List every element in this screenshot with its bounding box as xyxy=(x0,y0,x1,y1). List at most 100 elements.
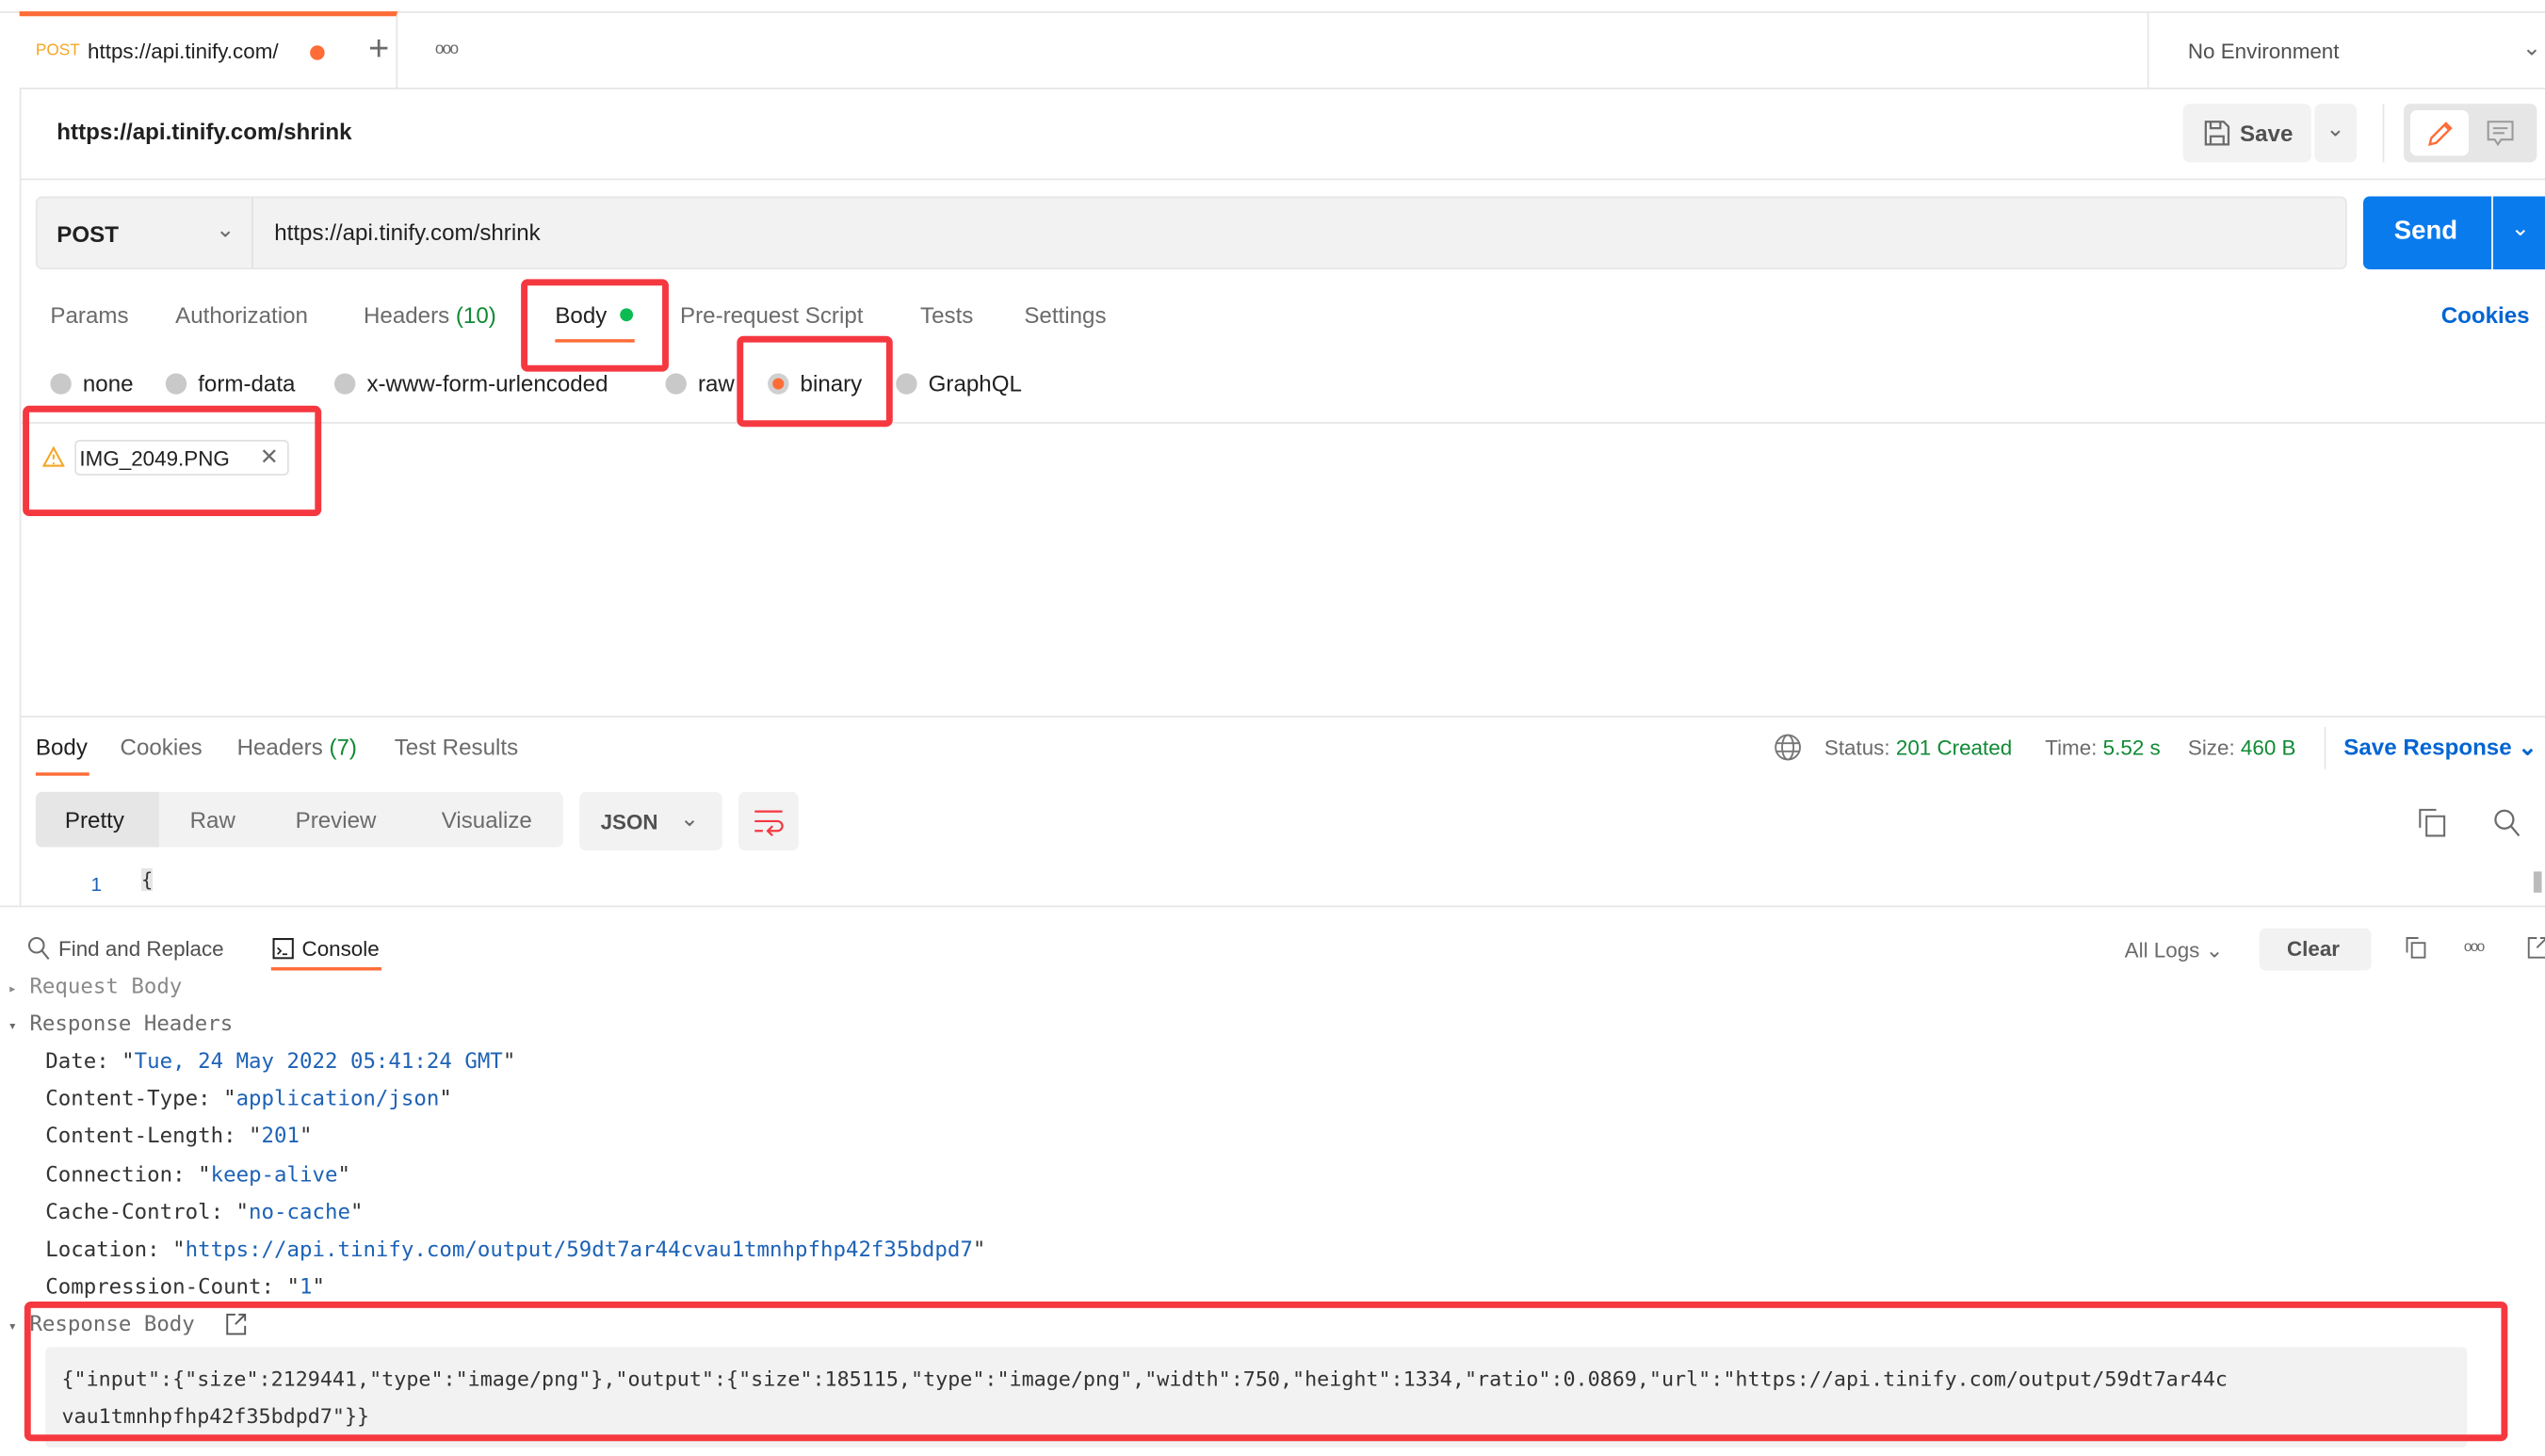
radio-urlencoded-label[interactable]: x-www-form-urlencoded xyxy=(366,370,608,396)
response-status: Status: 201 Created xyxy=(1824,736,2012,760)
copy-icon[interactable] xyxy=(2406,936,2426,959)
send-options-button[interactable]: ⌄ xyxy=(2492,196,2545,270)
search-icon[interactable] xyxy=(2493,808,2521,837)
pencil-icon xyxy=(2427,121,2453,147)
response-headers-list: Date: "Tue, 24 May 2022 05:41:24 GMT" Co… xyxy=(45,1050,985,1314)
send-button[interactable]: Send xyxy=(2362,196,2492,270)
highlight-body-tab xyxy=(521,279,669,372)
cookies-link[interactable]: Cookies xyxy=(2441,302,2530,329)
request-body-label: Request Body xyxy=(29,975,183,1000)
globe-icon[interactable] xyxy=(1774,734,1801,761)
header-key: Connection xyxy=(45,1162,173,1188)
save-button[interactable]: Save xyxy=(2182,104,2311,163)
response-tab-cookies[interactable]: Cookies xyxy=(121,734,203,760)
unsaved-dot-icon xyxy=(310,45,325,60)
header-value: no-cache xyxy=(249,1200,350,1225)
response-body-line[interactable]: { xyxy=(140,867,154,892)
save-response-label: Save Response xyxy=(2343,733,2512,760)
header-value: Tue, 24 May 2022 05:41:24 GMT xyxy=(134,1049,503,1075)
console-tab[interactable]: Console xyxy=(302,936,380,961)
chevron-down-icon: ⌄ xyxy=(2521,34,2542,60)
header-key: Cache-Control xyxy=(45,1200,211,1225)
save-response-button[interactable]: Save Response ⌄ xyxy=(2343,734,2537,761)
header-value: 201 xyxy=(261,1124,300,1150)
header-value[interactable]: https://api.tinify.com/output/59dt7ar44c… xyxy=(186,1238,973,1263)
header-key: Location xyxy=(45,1238,148,1263)
method-label: POST xyxy=(57,220,120,247)
radio-form-data[interactable] xyxy=(165,373,187,395)
response-time: Time: 5.52 s xyxy=(2045,736,2160,760)
radio-graphql[interactable] xyxy=(896,373,917,395)
header-row: Content-Type: "application/json" xyxy=(45,1087,452,1112)
radio-none[interactable] xyxy=(50,373,72,395)
highlight-binary-option xyxy=(737,335,893,428)
view-raw[interactable]: Raw xyxy=(190,806,235,833)
radio-form-data-label[interactable]: form-data xyxy=(198,370,295,396)
request-body-toggle[interactable]: ▸ Request Body xyxy=(8,976,183,1000)
copy-icon[interactable] xyxy=(2419,808,2446,837)
popout-icon[interactable] xyxy=(2527,936,2545,959)
view-pretty[interactable]: Pretty xyxy=(35,791,159,848)
save-icon xyxy=(2204,121,2230,146)
highlight-response-body xyxy=(24,1302,2508,1442)
chevron-down-icon: ⌄ xyxy=(2205,938,2224,963)
save-options-button[interactable]: ⌄ xyxy=(2314,104,2358,163)
tab-tests[interactable]: Tests xyxy=(920,302,973,329)
tab-params[interactable]: Params xyxy=(50,302,128,329)
method-select[interactable]: POST ⌄ xyxy=(38,198,253,268)
header-row: Cache-Control: "no-cache" xyxy=(45,1200,364,1225)
clear-label: Clear xyxy=(2286,936,2341,962)
new-tab-button[interactable]: + xyxy=(368,27,389,70)
highlight-file xyxy=(23,405,322,516)
line-number: 1 xyxy=(90,873,103,897)
radio-none-label[interactable]: none xyxy=(83,370,134,396)
view-preview[interactable]: Preview xyxy=(296,806,377,833)
comment-icon[interactable] xyxy=(2487,121,2514,148)
response-scrollbar[interactable] xyxy=(2533,871,2542,893)
response-size: Size: 460 B xyxy=(2188,736,2296,760)
more-tabs-button[interactable]: ooo xyxy=(435,40,459,58)
environment-label: No Environment xyxy=(2187,39,2340,64)
header-key: Date xyxy=(45,1049,97,1075)
format-select[interactable]: JSON ⌄ xyxy=(579,791,722,850)
wrap-lines-button[interactable] xyxy=(738,791,799,850)
chevron-down-icon: ⌄ xyxy=(2518,733,2537,760)
request-title[interactable]: https://api.tinify.com/shrink xyxy=(57,119,351,145)
view-mode-group: Pretty Raw Preview Visualize xyxy=(35,791,563,848)
log-filter-select[interactable]: All Logs ⌄ xyxy=(2125,938,2224,964)
response-headers-label: Headers xyxy=(236,733,323,760)
request-tab[interactable]: POST https://api.tinify.com/ xyxy=(19,11,398,89)
tab-settings[interactable]: Settings xyxy=(1024,302,1106,329)
header-row: Date: "Tue, 24 May 2022 05:41:24 GMT" xyxy=(45,1049,516,1075)
tab-headers[interactable]: Headers (10) xyxy=(364,302,496,329)
response-headers-toggle[interactable]: ▾ Response Headers xyxy=(8,1012,234,1037)
log-filter-label: All Logs xyxy=(2124,938,2200,963)
clear-button[interactable]: Clear xyxy=(2259,928,2372,971)
find-replace-button[interactable]: Find and Replace xyxy=(58,936,224,961)
edit-button[interactable] xyxy=(2409,110,2469,156)
radio-urlencoded[interactable] xyxy=(333,373,356,395)
tab-url: https://api.tinify.com/ xyxy=(88,39,279,64)
header-key: Compression-Count xyxy=(45,1275,262,1301)
radio-raw-label[interactable]: raw xyxy=(698,370,735,396)
time-label: Time: xyxy=(2045,735,2098,760)
response-tab-test-results[interactable]: Test Results xyxy=(395,734,518,760)
status-label: Status: xyxy=(1824,735,1890,760)
view-visualize[interactable]: Visualize xyxy=(442,806,532,833)
chevron-down-icon: ⌄ xyxy=(680,804,700,832)
header-key: Content-Type xyxy=(45,1087,199,1112)
tab-pre-request-script[interactable]: Pre-request Script xyxy=(680,302,863,329)
headers-count: (10) xyxy=(455,301,496,329)
radio-raw[interactable] xyxy=(665,373,687,395)
header-row: Content-Length: "201" xyxy=(45,1124,313,1150)
response-tab-body[interactable]: Body xyxy=(36,734,88,760)
tab-headers-label: Headers xyxy=(363,301,450,329)
status-value: 201 Created xyxy=(1895,735,2013,760)
environment-selector[interactable]: No Environment ⌄ xyxy=(2149,11,2545,88)
radio-graphql-label[interactable]: GraphQL xyxy=(929,370,1022,396)
chevron-down-icon: ⌄ xyxy=(216,216,235,242)
more-options-icon[interactable]: ooo xyxy=(2464,938,2485,954)
url-input[interactable]: https://api.tinify.com/shrink xyxy=(274,219,540,246)
response-tab-headers[interactable]: Headers (7) xyxy=(237,734,357,760)
tab-authorization[interactable]: Authorization xyxy=(175,302,308,329)
